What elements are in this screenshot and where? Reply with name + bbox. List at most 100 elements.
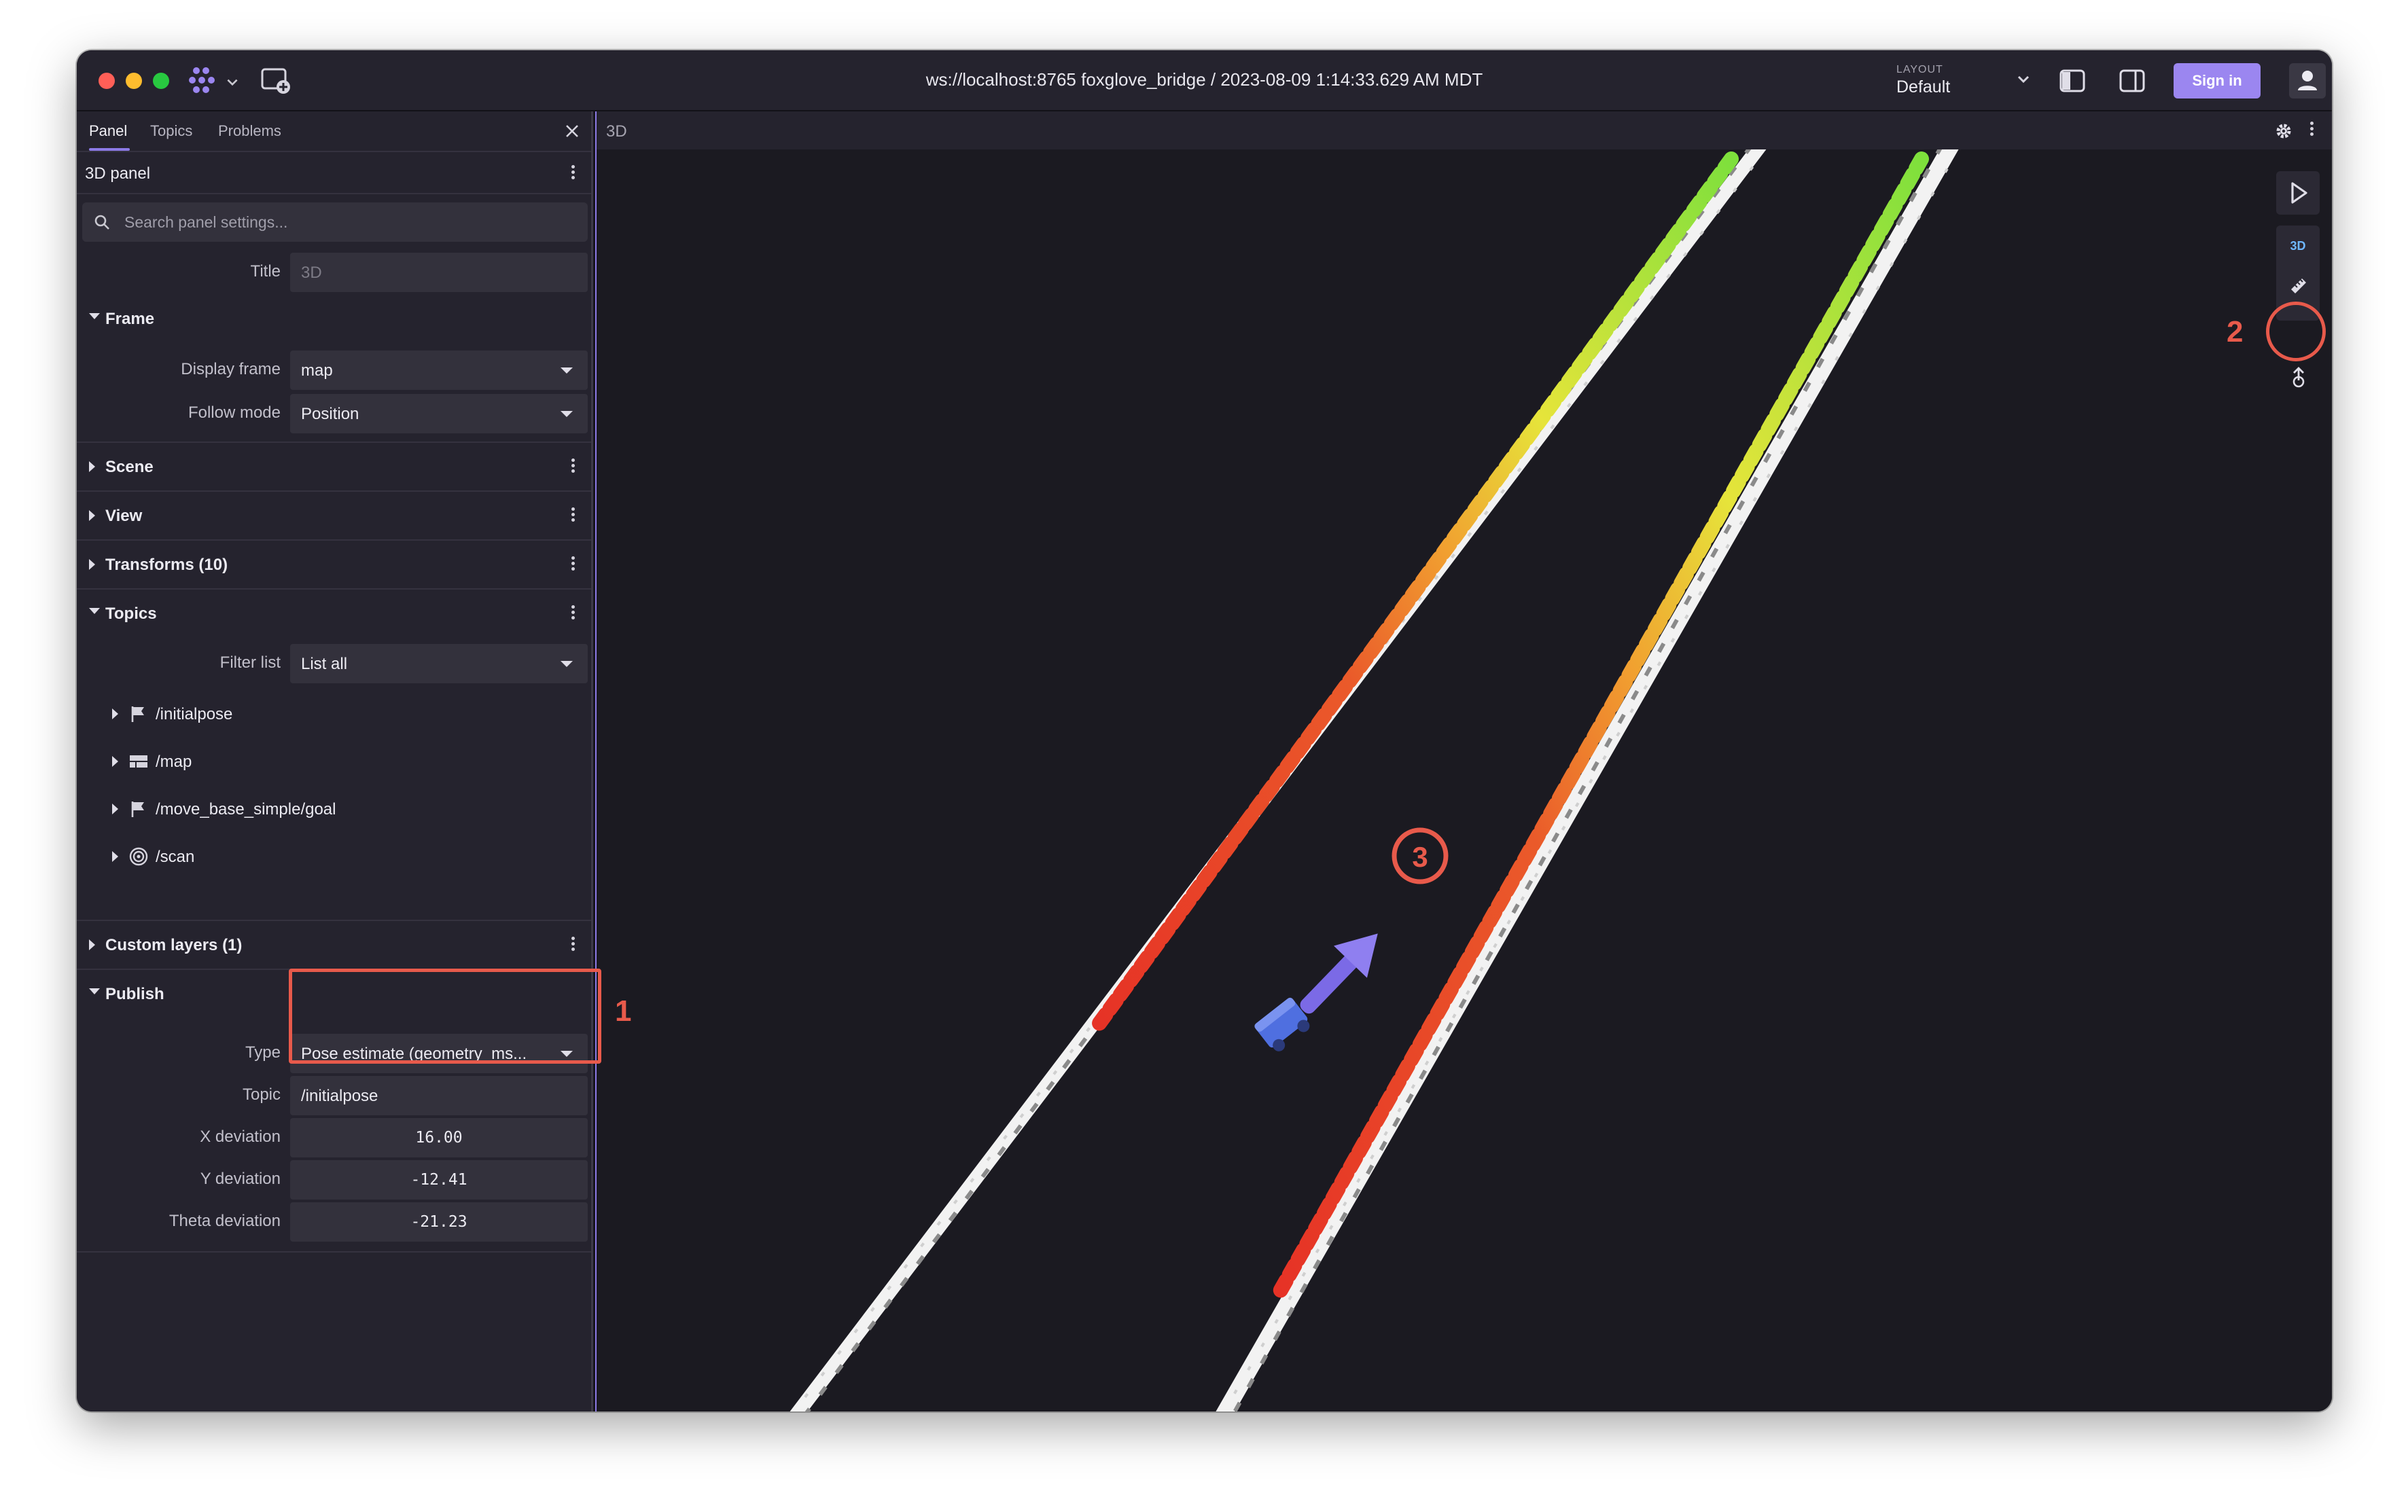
caret-right-icon [112,756,118,767]
dropdown-caret-icon [561,661,573,667]
caret-down-icon [89,313,100,319]
caret-down-icon [89,608,100,614]
annotation-1-box [289,969,601,1064]
settings-search-input[interactable]: Search panel settings... [82,202,588,242]
close-icon[interactable] [563,122,581,140]
topic-item-move-base-goal[interactable]: /move_base_simple/goal [77,785,591,833]
active-tab-indicator [89,148,130,151]
interact-tool-button[interactable] [2276,171,2320,215]
caret-right-icon [112,708,118,719]
topic-label: /map [156,753,192,771]
y-deviation-value: -12.41 [410,1171,467,1189]
search-placeholder: Search panel settings... [124,213,288,231]
x-deviation-label: X deviation [200,1128,281,1146]
x-deviation-value: 16.00 [415,1129,463,1147]
follow-mode-select[interactable]: Position [290,394,588,433]
section-topics[interactable]: Topics [77,588,591,637]
y-deviation-input[interactable]: -12.41 [290,1160,588,1200]
filter-list-select[interactable]: List all [290,644,588,683]
toggle-3d-button[interactable]: 3D [2276,239,2320,253]
layout-caption: LAYOUT [1896,64,1943,75]
panel-menu-icon[interactable] [2305,120,2318,140]
panel-toolbar: 3D [597,111,2332,149]
annotation-2-label: 2 [2227,315,2244,348]
caret-right-icon [112,804,118,814]
panel-title-row: 3D panel [77,152,591,194]
sign-in-button[interactable]: Sign in [2174,63,2261,98]
section-topics-label: Topics [105,605,157,623]
user-avatar[interactable] [2289,63,2326,98]
view-menu-icon[interactable] [566,505,580,526]
topic-item-initialpose[interactable]: /initialpose [77,690,591,738]
annotation-1-label: 1 [615,994,632,1028]
section-view-label: View [105,507,143,525]
follow-mode-label: Follow mode [188,403,281,422]
topic-item-map[interactable]: /map [77,738,591,785]
dropdown-caret-icon [561,367,573,374]
settings-sidebar: Panel Topics Problems 3D panel Search pa… [77,111,593,1411]
annotation-2-circle [2266,302,2326,361]
publish-topic-input[interactable]: /initialpose [290,1076,588,1115]
publish-type-label: Type [245,1043,281,1062]
title-label: Title [250,262,281,281]
user-icon [2298,71,2317,90]
layout-selector[interactable]: LAYOUT Default [1896,64,1950,97]
title-bar: ws://localhost:8765 foxglove_bridge / 20… [77,50,2332,111]
right-sidebar-toggle-icon[interactable] [2118,67,2146,95]
section-view[interactable]: View [77,490,591,539]
grid-icon [130,755,147,768]
divider [77,1251,591,1253]
transforms-menu-icon[interactable] [566,554,580,575]
publish-topic-label: Topic [242,1085,281,1104]
publish-pose-icon[interactable] [2286,365,2311,390]
caret-down-icon [89,988,100,994]
topic-label: /move_base_simple/goal [156,800,336,818]
layout-chevron-down-icon[interactable] [2013,69,2034,90]
topic-label: /initialpose [156,705,233,723]
publish-topic-value: /initialpose [301,1087,378,1105]
section-custom-layers-label: Custom layers (1) [105,936,243,954]
annotation-3-label: 3 [1412,841,1428,873]
window-title: ws://localhost:8765 foxglove_bridge / 20… [925,69,1483,90]
display-frame-select[interactable]: map [290,350,588,390]
caret-right-icon [89,559,95,570]
x-deviation-input[interactable]: 16.00 [290,1118,588,1157]
tab-topics[interactable]: Topics [150,122,192,140]
section-transforms-label: Transforms (10) [105,556,228,574]
flag-icon [131,706,144,722]
tab-problems[interactable]: Problems [218,122,281,140]
ruler-icon[interactable] [2287,274,2309,296]
left-sidebar-toggle-icon[interactable] [2058,67,2087,95]
radar-icon [129,847,148,866]
flag-icon [131,802,144,817]
display-frame-label: Display frame [181,360,281,378]
search-icon [94,215,109,230]
follow-mode-value: Position [301,405,359,423]
section-custom-layers[interactable]: Custom layers (1) [77,920,591,969]
display-frame-value: map [301,361,333,380]
filter-list-label: Filter list [219,653,281,672]
section-scene[interactable]: Scene [77,442,591,490]
3d-scene-canvas[interactable]: 3 [597,149,2332,1411]
section-transforms[interactable]: Transforms (10) [77,539,591,588]
section-frame[interactable]: Frame [77,295,591,344]
title-input[interactable]: 3D [290,253,588,292]
caret-right-icon [112,851,118,862]
topic-label: /scan [156,848,195,866]
tab-panel[interactable]: Panel [89,122,127,140]
section-publish-label: Publish [105,985,164,1003]
gear-icon[interactable] [2273,121,2294,141]
section-frame-label: Frame [105,310,155,328]
theta-deviation-label: Theta deviation [169,1212,281,1230]
theta-deviation-value: -21.23 [410,1213,467,1231]
caret-right-icon [89,461,95,472]
title-placeholder: 3D [301,264,322,282]
panel-menu-icon[interactable] [566,163,580,183]
theta-deviation-input[interactable]: -21.23 [290,1202,588,1242]
topics-menu-icon[interactable] [566,603,580,624]
section-scene-label: Scene [105,458,154,476]
custom-layers-menu-icon[interactable] [566,935,580,955]
topic-item-scan[interactable]: /scan [77,833,591,880]
scene-menu-icon[interactable] [566,456,580,477]
3d-viewport[interactable]: 3D 3 3D [595,111,2332,1411]
